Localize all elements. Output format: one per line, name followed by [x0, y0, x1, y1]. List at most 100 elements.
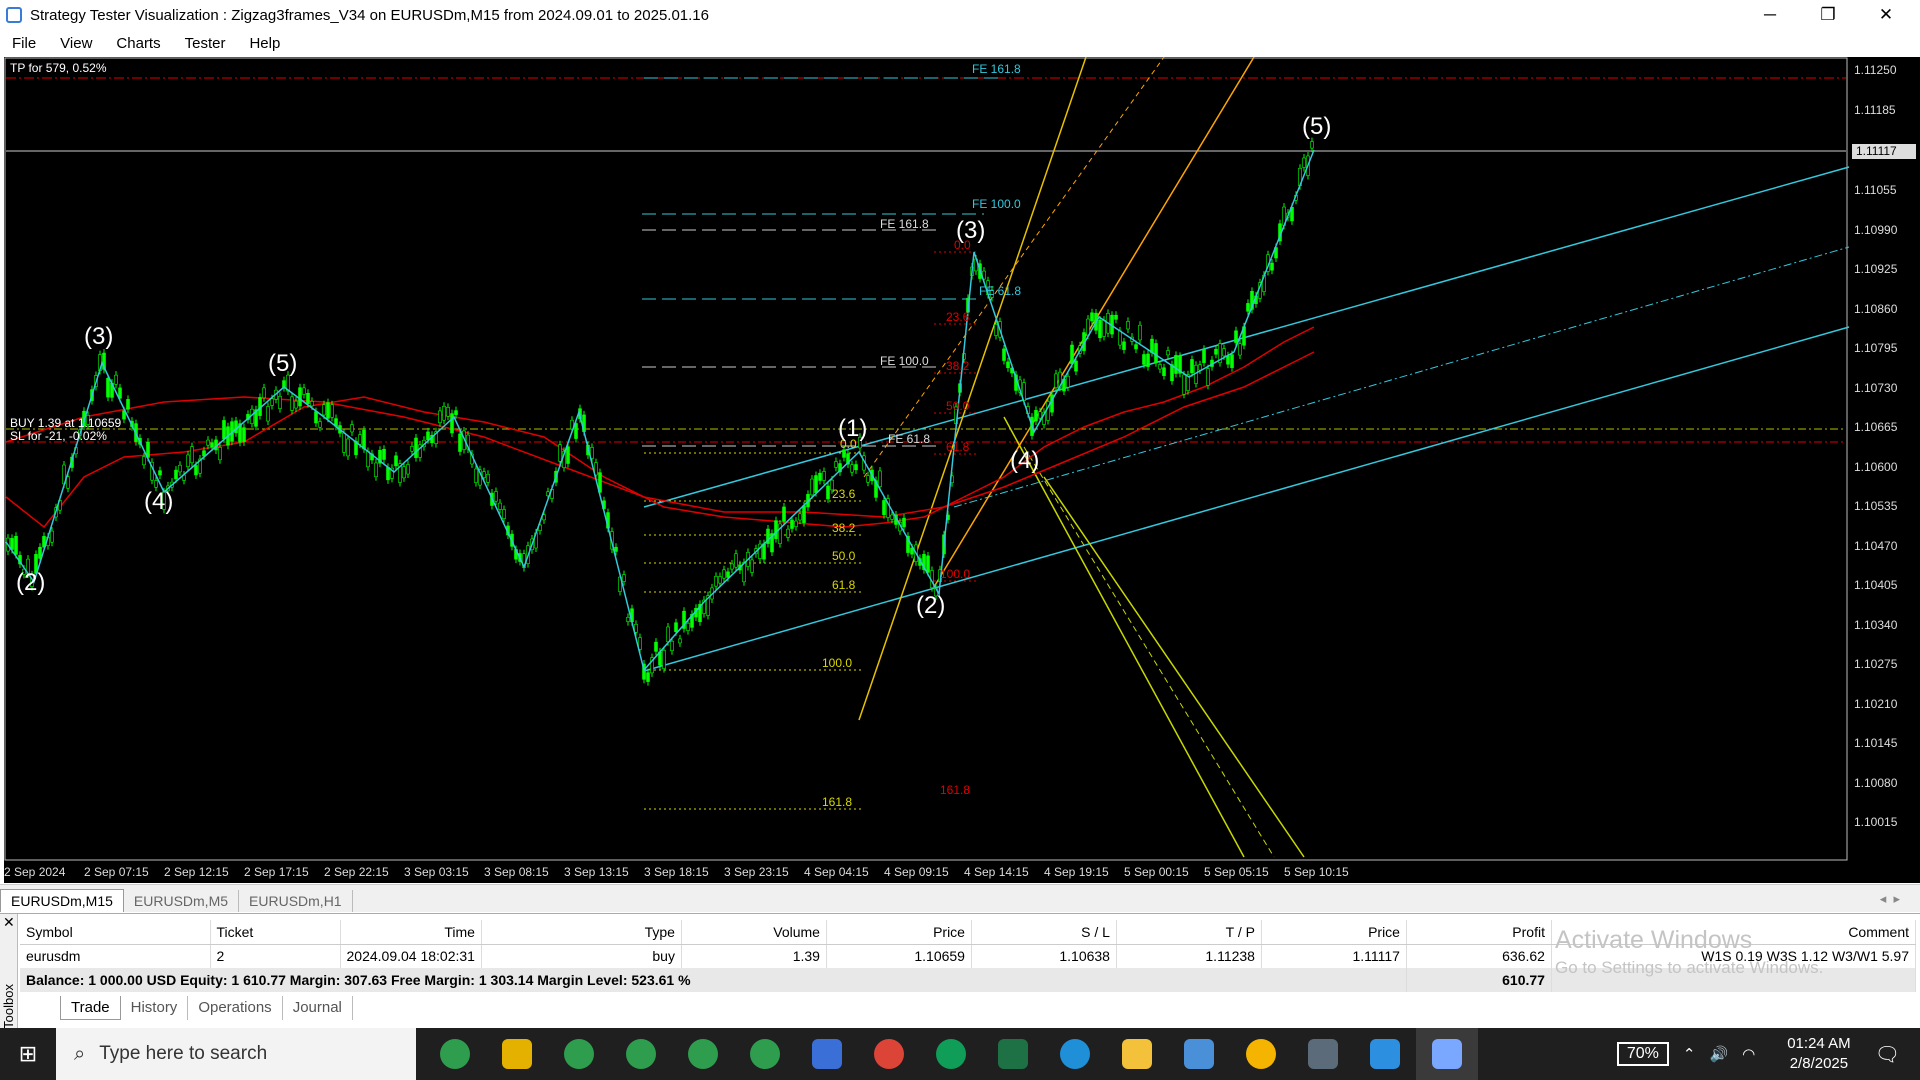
candle-body: [1034, 410, 1038, 422]
price-tick: 1.10730: [1854, 381, 1898, 395]
tab-operations[interactable]: Operations: [188, 996, 283, 1020]
candle-body: [362, 429, 366, 450]
candle-body: [714, 576, 718, 587]
wave-label: (2): [16, 569, 45, 596]
price-axis: 1.11250 1.11185 1.11117 1.11055 1.10990 …: [1852, 63, 1916, 829]
photos-icon[interactable]: [1354, 1028, 1416, 1080]
candle-body: [482, 471, 486, 478]
candle-body: [786, 528, 790, 538]
candle-body: [1146, 353, 1150, 367]
col-ticket[interactable]: Ticket: [210, 920, 341, 945]
volume-icon[interactable]: 🔊: [1709, 1045, 1728, 1063]
menu-charts[interactable]: Charts: [104, 35, 172, 52]
col-tp[interactable]: T / P: [1116, 920, 1262, 945]
battery-indicator[interactable]: 70%: [1616, 1042, 1669, 1066]
tab-eurusdm-m15[interactable]: EURUSDm,M15: [0, 889, 124, 912]
col-profit[interactable]: Profit: [1406, 920, 1552, 945]
tab-trade[interactable]: Trade: [60, 996, 121, 1020]
balance-summary: Balance: 1 000.00 USD Equity: 1 610.77 M…: [20, 968, 1407, 992]
price-tick: 1.10210: [1854, 697, 1898, 711]
cell-type: buy: [481, 944, 682, 968]
close-icon[interactable]: ✕: [3, 914, 15, 931]
candle-body: [1214, 348, 1218, 355]
mt5-app-icon[interactable]: [734, 1028, 796, 1080]
tab-eurusdm-h1[interactable]: EURUSDm,H1: [239, 890, 353, 912]
remote-desktop-icon[interactable]: [796, 1028, 858, 1080]
fib-label: 100.0: [940, 567, 970, 581]
candle-body: [366, 451, 370, 468]
candle-body: [322, 404, 326, 416]
mt5-app-icon[interactable]: [610, 1028, 672, 1080]
tab-scroll-arrows[interactable]: ◂ ▸: [1880, 891, 1900, 907]
tab-journal[interactable]: Journal: [283, 996, 353, 1020]
mt5-app-icon[interactable]: [548, 1028, 610, 1080]
candle-body: [382, 448, 386, 460]
time-tick: 5 Sep 00:15: [1124, 865, 1189, 879]
col-symbol[interactable]: Symbol: [20, 920, 211, 945]
candle-body: [394, 455, 398, 467]
candle-body: [402, 466, 406, 479]
activation-watermark: Activate Windows Go to Settings to activ…: [1555, 926, 1823, 982]
candle-body: [1174, 355, 1178, 374]
calculator-icon[interactable]: [1292, 1028, 1354, 1080]
file-explorer-icon[interactable]: [1106, 1028, 1168, 1080]
chrome-icon[interactable]: [920, 1028, 982, 1080]
candle-body: [294, 400, 298, 409]
chrome-icon[interactable]: [858, 1028, 920, 1080]
mt5-app-icon[interactable]: [424, 1028, 486, 1080]
col-sl[interactable]: S / L: [971, 920, 1117, 945]
candle-body: [450, 413, 454, 434]
tab-history[interactable]: History: [121, 996, 189, 1020]
time-tick: 2 Sep 07:15: [84, 865, 149, 879]
candle-body: [826, 485, 830, 500]
menu-file[interactable]: File: [0, 35, 48, 52]
mt5-app-icon[interactable]: [672, 1028, 734, 1080]
wifi-icon[interactable]: ◠: [1742, 1045, 1755, 1063]
col-current-price[interactable]: Price: [1261, 920, 1407, 945]
taskbar-search[interactable]: ⌕ Type here to search: [56, 1028, 416, 1080]
windows-start-icon[interactable]: ⊞: [0, 1028, 56, 1080]
col-price[interactable]: Price: [826, 920, 972, 945]
chip-app-icon[interactable]: [1416, 1028, 1478, 1080]
clock[interactable]: 01:24 AM 2/8/2025: [1787, 1034, 1850, 1074]
cell-tp: 1.11238: [1116, 944, 1262, 968]
chrome-icon[interactable]: [1230, 1028, 1292, 1080]
candle-body: [926, 555, 930, 573]
wave-label: (2): [916, 592, 945, 619]
candle-body: [218, 447, 222, 461]
search-icon: ⌕: [74, 1042, 86, 1065]
moving-average: [5, 351, 1315, 518]
col-type[interactable]: Type: [481, 920, 682, 945]
toolbox-label: Toolbox: [1, 984, 16, 1029]
trend-line: [1043, 476, 1305, 858]
edge-icon[interactable]: [1044, 1028, 1106, 1080]
chevron-up-icon[interactable]: ⌃: [1683, 1045, 1696, 1063]
candle-body: [726, 571, 730, 578]
menu-tester[interactable]: Tester: [173, 35, 238, 52]
fe-label: FE 161.8: [972, 62, 1021, 76]
time-axis: 2 Sep 2024 2 Sep 07:15 2 Sep 12:15 2 Sep…: [4, 865, 1349, 879]
col-time[interactable]: Time: [340, 920, 482, 945]
col-volume[interactable]: Volume: [681, 920, 827, 945]
toolbox-panel: ✕ Toolbox Symbol Ticket Time Type Volume…: [0, 913, 1920, 1029]
fib-label: 61.8: [946, 440, 970, 454]
control-panel-icon[interactable]: [1168, 1028, 1230, 1080]
close-button[interactable]: ✕: [1857, 0, 1915, 30]
restore-button[interactable]: ❐: [1799, 0, 1857, 30]
fib-label: 23.6: [946, 310, 970, 324]
fib-label: 38.2: [946, 359, 970, 373]
price-tick: 1.10860: [1854, 302, 1898, 316]
excel-icon[interactable]: [982, 1028, 1044, 1080]
tab-eurusdm-m5[interactable]: EURUSDm,M5: [124, 890, 240, 912]
price-chart[interactable]: TP for 579, 0.52% BUY 1.39 at 1.10659 SL…: [4, 57, 1920, 883]
candle-body: [1006, 361, 1010, 369]
sublime-app-icon[interactable]: [486, 1028, 548, 1080]
notification-icon[interactable]: 🗨: [1875, 1042, 1900, 1067]
candle-body: [1038, 411, 1042, 419]
candle-body: [614, 546, 618, 552]
cell-current-price: 1.11117: [1261, 944, 1407, 968]
candle-body: [278, 396, 282, 409]
minimize-button[interactable]: ─: [1741, 0, 1799, 30]
menu-help[interactable]: Help: [237, 35, 292, 52]
menu-view[interactable]: View: [48, 35, 104, 52]
